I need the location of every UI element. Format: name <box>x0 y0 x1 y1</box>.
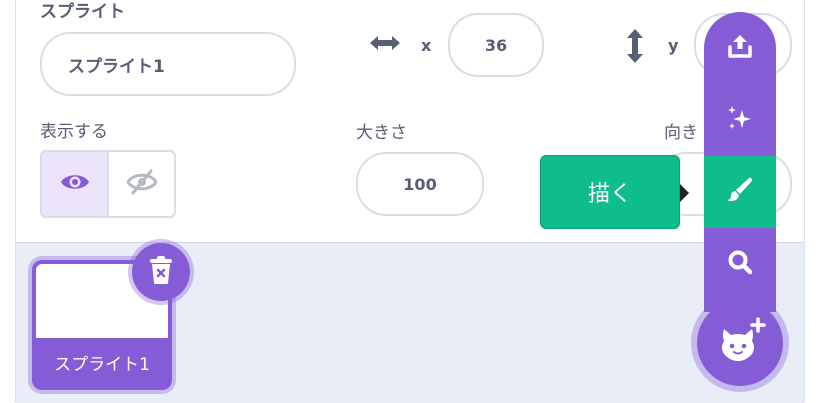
add-sprite-menu <box>704 12 776 312</box>
size-input[interactable]: 100 <box>356 152 484 216</box>
size-value: 100 <box>403 174 437 194</box>
sprite-thumbnail-name: スプライト1 <box>36 338 168 386</box>
visibility-toggle-group <box>40 150 176 218</box>
vertical-arrows-icon <box>625 28 645 68</box>
size-label: 大きさ <box>356 123 407 143</box>
trash-icon <box>148 255 174 289</box>
sprite-label: スプライト <box>40 2 125 22</box>
search-icon <box>726 248 754 280</box>
add-sprite-button[interactable] <box>697 300 783 386</box>
show-label: 表示する <box>40 122 108 142</box>
search-sprite-button[interactable] <box>704 228 776 300</box>
upload-icon <box>726 32 754 64</box>
upload-sprite-button[interactable] <box>704 12 776 84</box>
x-label: x <box>421 36 432 55</box>
surprise-sprite-button[interactable] <box>704 84 776 156</box>
hide-sprite-button[interactable] <box>109 152 174 216</box>
eye-icon <box>60 171 90 197</box>
y-label: y <box>668 36 679 55</box>
eye-crossed-icon <box>125 169 158 199</box>
paint-sprite-button[interactable] <box>704 156 776 228</box>
show-sprite-button[interactable] <box>42 152 109 216</box>
tooltip-arrow <box>680 184 689 202</box>
tooltip-text: 描く <box>587 182 632 207</box>
direction-label: 向き <box>664 123 698 143</box>
sprite-name-value: スプライト1 <box>68 56 165 77</box>
cat-plus-icon <box>714 315 766 371</box>
pane-border-right <box>804 0 805 402</box>
x-input[interactable]: 36 <box>448 13 544 77</box>
delete-sprite-button[interactable] <box>132 243 190 301</box>
paint-tooltip: 描く <box>540 155 680 229</box>
sprite-name-field[interactable]: スプライト1 <box>40 32 296 96</box>
sparkle-icon <box>725 103 755 137</box>
horizontal-arrows-icon <box>368 32 402 58</box>
x-value: 36 <box>484 35 508 55</box>
paintbrush-icon <box>725 175 755 209</box>
